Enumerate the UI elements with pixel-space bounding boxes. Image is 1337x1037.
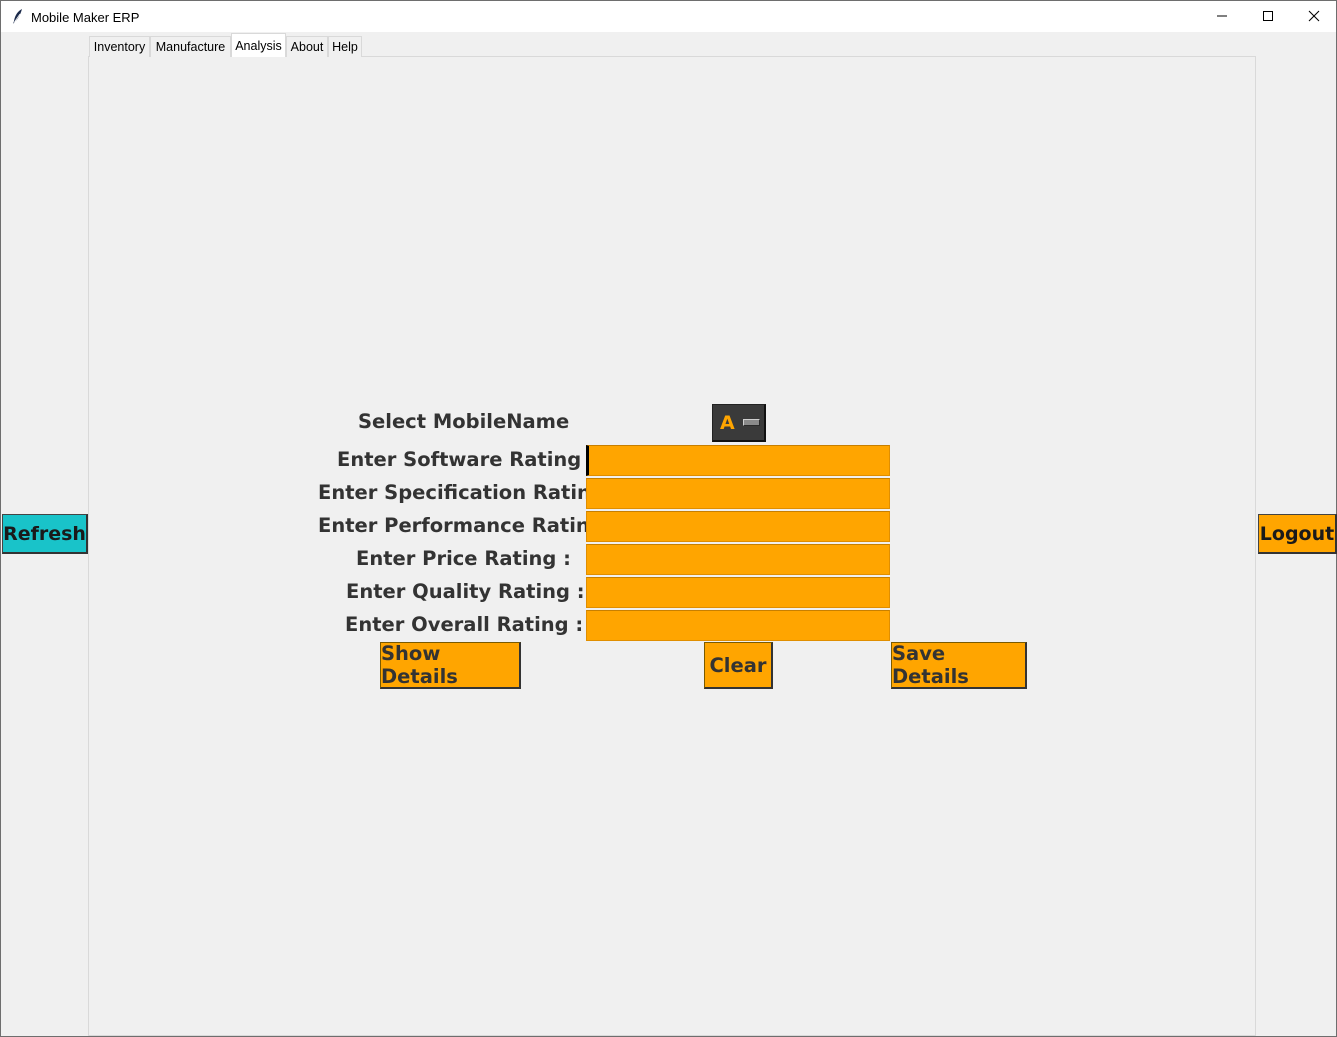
tab-manufacture[interactable]: Manufacture [150,36,231,57]
price-rating-label: Enter Price Rating : [356,547,571,570]
tab-about[interactable]: About [286,36,328,57]
performance-rating-input[interactable] [586,511,890,542]
overall-rating-input[interactable] [586,610,890,641]
minimize-icon [1216,7,1228,26]
overall-rating-label: Enter Overall Rating : [345,613,584,636]
mobile-name-selected: A [720,411,735,434]
select-mobile-label: Select MobileName [358,410,570,433]
app-window: Mobile Maker ERP Inventory Manufacture A… [0,0,1337,1037]
tab-help[interactable]: Help [328,36,362,57]
option-menu-indicator-icon [742,419,760,426]
maximize-button[interactable] [1245,1,1291,32]
show-details-button[interactable]: Show Details [380,642,521,689]
tab-analysis[interactable]: Analysis [231,33,286,57]
feather-icon [11,8,25,25]
title-bar: Mobile Maker ERP [1,1,1336,32]
mobile-name-option-menu[interactable]: A [712,404,766,442]
software-rating-input[interactable] [586,445,890,476]
close-button[interactable] [1291,1,1337,32]
specification-rating-input[interactable] [586,478,890,509]
window-title: Mobile Maker ERP [31,10,140,25]
quality-rating-input[interactable] [586,577,890,608]
clear-button[interactable]: Clear [704,642,773,689]
save-details-button[interactable]: Save Details [891,642,1027,689]
quality-rating-label: Enter Quality Rating : [346,580,585,603]
tab-inventory[interactable]: Inventory [89,36,150,57]
refresh-button[interactable]: Refresh [2,514,88,554]
performance-rating-label: Enter Performance Rating : [318,514,619,537]
minimize-button[interactable] [1199,1,1245,32]
logout-button[interactable]: Logout [1258,514,1337,554]
maximize-icon [1262,7,1274,26]
specification-rating-label: Enter Specification Rating : [318,481,620,504]
close-icon [1308,7,1320,26]
price-rating-input[interactable] [586,544,890,575]
software-rating-label: Enter Software Rating : [337,448,596,471]
